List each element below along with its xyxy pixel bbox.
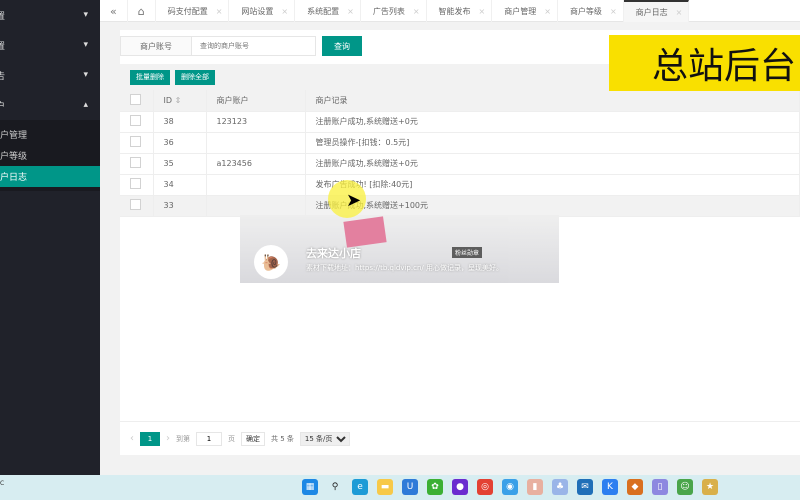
- row-account: [206, 132, 306, 154]
- sidebar-submenu: 户管理 户等级 户日志: [0, 120, 100, 191]
- chevron-up-icon: ▴: [83, 100, 88, 110]
- mouse-pointer-icon: ➤: [346, 190, 362, 211]
- row-id: 35: [153, 153, 207, 175]
- taskbar: C ▦ ⚲ e ▬ U ✿ ● ◎ ◉ ▮ ♣ ✉ K ◆ ▯ ☺ ★: [0, 475, 800, 500]
- tab-pay-config[interactable]: 码支付配置 ×: [156, 0, 230, 22]
- kugou-icon[interactable]: K: [602, 479, 618, 495]
- sidebar-item-merchant-manage[interactable]: 户管理: [0, 124, 100, 145]
- tab-ad-list[interactable]: 广告列表 ×: [361, 0, 427, 22]
- tab-merchant-log[interactable]: 商户日志 ×: [623, 0, 690, 22]
- search-button[interactable]: 查询: [322, 36, 362, 56]
- snail-avatar: 🐌: [254, 245, 288, 279]
- app-icon[interactable]: ▮: [527, 479, 543, 495]
- delete-all-button[interactable]: 删除全部: [175, 69, 215, 85]
- windows-start-icon[interactable]: ▦: [302, 479, 318, 495]
- row-checkbox[interactable]: [130, 136, 141, 147]
- row-record: 发布广告成功! [扣除:40元]: [305, 174, 800, 196]
- close-icon[interactable]: ×: [610, 7, 617, 16]
- table-row: 33 注册账户成功,系统赠送+100元: [120, 195, 800, 217]
- tab-smart-publish[interactable]: 智能发布 ×: [427, 0, 493, 22]
- sidebar-item-2[interactable]: 置 ▾: [0, 30, 100, 60]
- row-account: 123123: [206, 111, 306, 133]
- mail-icon[interactable]: ✉: [577, 479, 593, 495]
- app-icon[interactable]: ▯: [652, 479, 668, 495]
- merchant-account-input[interactable]: [192, 36, 316, 56]
- search-icon[interactable]: ⚲: [327, 479, 343, 495]
- file-explorer-icon[interactable]: ▬: [377, 479, 393, 495]
- close-icon[interactable]: ×: [544, 7, 551, 16]
- row-record: 管理员操作-[扣钱：0.5元]: [305, 132, 800, 154]
- app-icon[interactable]: ★: [702, 479, 718, 495]
- app-icon[interactable]: ◆: [627, 479, 643, 495]
- sidebar-item-3[interactable]: 告 ▾: [0, 60, 100, 90]
- close-icon[interactable]: ×: [479, 7, 486, 16]
- search-label: 商户账号: [120, 36, 192, 56]
- pagination: ‹ 1 › 到第 页 确定 共 5 条 15 条/页: [120, 421, 800, 455]
- close-icon[interactable]: ×: [347, 7, 354, 16]
- row-account: a123456: [206, 153, 306, 175]
- row-id: 33: [153, 195, 207, 217]
- home-icon[interactable]: ⌂: [128, 0, 156, 22]
- sidebar-item-merchant-log[interactable]: 户日志: [0, 166, 100, 187]
- page-number-input[interactable]: [196, 431, 222, 446]
- sort-icon[interactable]: ⇕: [175, 96, 182, 105]
- wechat-icon[interactable]: ✿: [427, 479, 443, 495]
- row-record: 注册账户成功,系统赠送+0元: [305, 153, 800, 175]
- row-record: 注册账户成功,系统赠送+100元: [305, 195, 800, 217]
- tab-merchant-manage[interactable]: 商户管理 ×: [492, 0, 558, 22]
- app-icon[interactable]: U: [402, 479, 418, 495]
- app-icon[interactable]: ☺: [677, 479, 693, 495]
- row-checkbox[interactable]: [130, 157, 141, 168]
- next-page-icon[interactable]: ›: [166, 433, 170, 444]
- close-icon[interactable]: ×: [413, 7, 420, 16]
- edge-icon[interactable]: e: [352, 479, 368, 495]
- log-table: ID ⇕ 商户账户 商户记录 38 123123 注册账户成功,系统赠送+0元 …: [120, 90, 800, 217]
- row-checkbox[interactable]: [130, 199, 141, 210]
- row-id: 34: [153, 174, 207, 196]
- tab-bar: « ⌂ 码支付配置 × 网站设置 × 系统配置 × 广告列表 × 智能发布 × 商户管理 ×…: [100, 0, 800, 22]
- chrome-icon[interactable]: ◎: [477, 479, 493, 495]
- chevron-down-icon: ▾: [83, 40, 88, 50]
- collapse-sidebar-icon[interactable]: «: [100, 0, 128, 22]
- batch-delete-button[interactable]: 批量删除: [130, 69, 170, 85]
- table-row: 36 管理员操作-[扣钱：0.5元]: [120, 132, 800, 154]
- sidebar-item-1[interactable]: 置 ▾: [0, 0, 100, 30]
- app-icon[interactable]: ♣: [552, 479, 568, 495]
- sidebar-item-merchant-level[interactable]: 户等级: [0, 145, 100, 166]
- row-account: [206, 174, 306, 196]
- chevron-down-icon: ▾: [83, 10, 88, 20]
- confirm-page-button[interactable]: 确定: [241, 431, 265, 446]
- search-form: 商户账号 查询: [120, 36, 362, 56]
- select-all-checkbox[interactable]: [130, 93, 141, 105]
- prev-page-icon[interactable]: ‹: [130, 433, 134, 444]
- row-account: [206, 195, 306, 217]
- tab-merchant-level[interactable]: 商户等级 ×: [558, 0, 624, 22]
- row-id: 38: [153, 111, 207, 133]
- tab-site-settings[interactable]: 网站设置 ×: [229, 0, 296, 22]
- page-1[interactable]: 1: [140, 431, 160, 446]
- gift-image: [343, 216, 387, 248]
- table-row: 35 a123456 注册账户成功,系统赠送+0元: [120, 153, 800, 175]
- row-checkbox[interactable]: [130, 115, 141, 126]
- table-row: 38 123123 注册账户成功,系统赠送+0元: [120, 111, 800, 133]
- table-row: 34 发布广告成功! [扣除:40元]: [120, 174, 800, 196]
- voice-icon[interactable]: ●: [452, 479, 468, 495]
- row-id: 36: [153, 132, 207, 154]
- watermark-banner: 🐌 去来达小店 粉丝勋章 素材下载地址：https://tb.qldvip.cn…: [240, 215, 559, 283]
- browser-icon[interactable]: ◉: [502, 479, 518, 495]
- chevron-down-icon: ▾: [83, 70, 88, 80]
- close-icon[interactable]: ×: [676, 8, 683, 17]
- row-checkbox[interactable]: [130, 178, 141, 189]
- close-icon[interactable]: ×: [216, 7, 223, 16]
- row-record: 注册账户成功,系统赠送+0元: [305, 111, 800, 133]
- tab-system-config[interactable]: 系统配置 ×: [295, 0, 361, 22]
- sidebar: 置 ▾ 置 ▾ 告 ▾ 户 ▴ 户管理 户等级 户日志: [0, 0, 100, 475]
- overlay-title: 总站后台: [609, 35, 800, 91]
- sidebar-item-merchant[interactable]: 户 ▴: [0, 90, 100, 120]
- close-icon[interactable]: ×: [281, 7, 288, 16]
- page-size-select[interactable]: 15 条/页: [299, 431, 350, 446]
